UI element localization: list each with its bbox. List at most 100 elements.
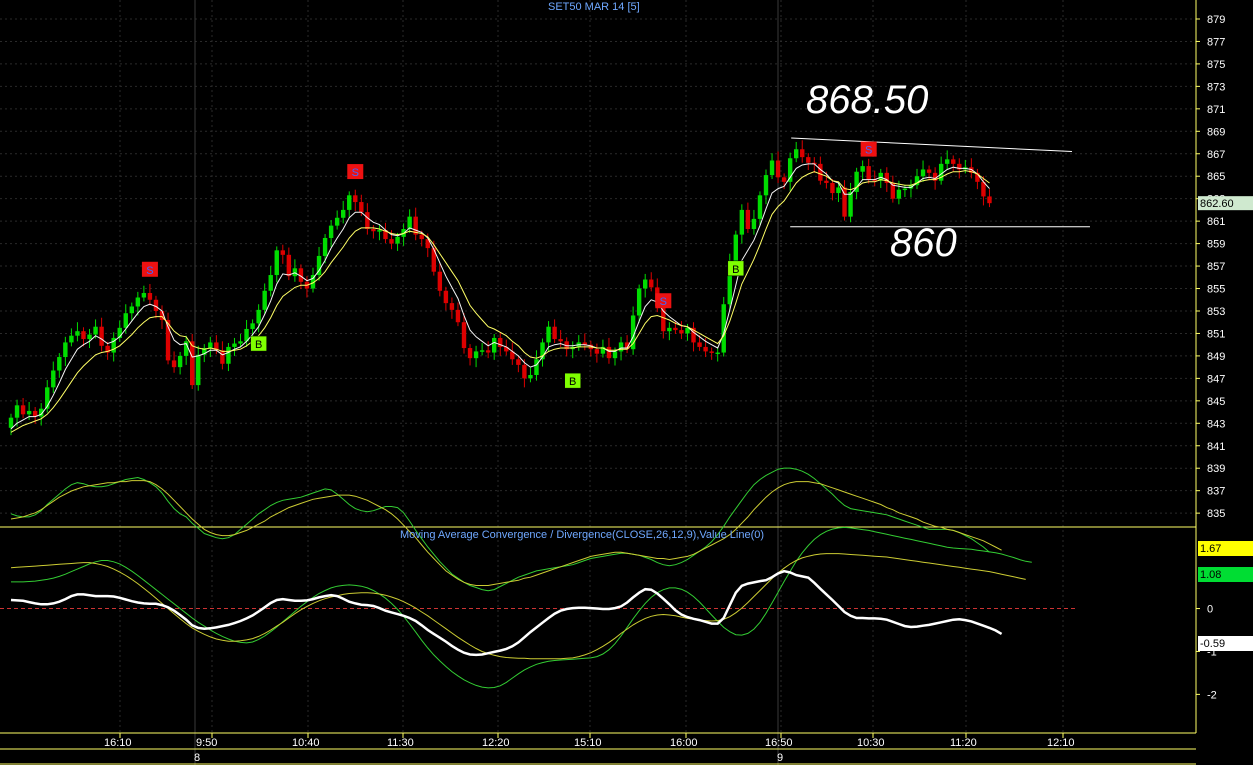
candle-up [479, 350, 485, 352]
candle-down [806, 157, 811, 163]
price-tick-label: 847 [1207, 373, 1225, 385]
candle-down [371, 229, 376, 232]
macd-tick-label: 0 [1207, 604, 1213, 616]
macd-title: Moving Average Convergence / Divergence(… [400, 529, 765, 541]
price-tick-label: 851 [1207, 328, 1225, 340]
time-tick-label: 16:00 [670, 737, 698, 749]
time-tick-label: 10:40 [292, 737, 320, 749]
chart-title: SET50 MAR 14 [5] [548, 1, 640, 13]
time-tick-label: 10:30 [857, 737, 885, 749]
last-price-label: 862.60 [1200, 198, 1234, 210]
candle-down [926, 169, 932, 173]
candle-down [649, 279, 654, 288]
time-tick-label: 15:10 [574, 737, 602, 749]
candle-up [492, 337, 497, 353]
candle-down [594, 349, 600, 354]
support-annotation: 860 [890, 221, 957, 265]
candle-up [763, 175, 769, 196]
candle-up [196, 354, 201, 386]
candle-up [836, 187, 841, 194]
candle-down [516, 359, 521, 365]
price-tick-label: 869 [1207, 126, 1225, 138]
candle-up [87, 334, 92, 340]
candle-up [135, 297, 141, 307]
candle-up [751, 218, 757, 229]
price-tick-label: 861 [1207, 216, 1225, 228]
candle-down [359, 202, 364, 213]
candle-up [347, 195, 352, 210]
candle-down [866, 166, 871, 180]
candle-up [612, 351, 618, 359]
buy-signal-label: B [732, 264, 739, 276]
candle-down [818, 163, 823, 181]
candle-up [769, 160, 775, 176]
candle-down [419, 234, 424, 240]
candle-down [455, 309, 461, 323]
candle-up [57, 357, 62, 371]
candle-down [365, 212, 370, 229]
candle-up [860, 166, 865, 172]
candle-up [757, 195, 763, 219]
candle-up [528, 375, 533, 379]
candle-down [606, 346, 612, 359]
candle-down [703, 346, 708, 352]
candle-up [643, 279, 648, 289]
time-tick-label: 12:10 [1047, 737, 1075, 749]
time-tick-label: 16:50 [765, 737, 793, 749]
candle-up [177, 355, 183, 368]
chart-window: BBBSSSS879877875873871869867865863861859… [0, 0, 1253, 765]
candle-up [268, 275, 273, 291]
price-tick-label: 839 [1207, 463, 1225, 475]
candle-up [141, 293, 147, 298]
candle-up [787, 158, 793, 182]
price-tick-label: 843 [1207, 418, 1225, 430]
candle-down [467, 348, 473, 359]
candle-up [292, 268, 298, 277]
time-tick-label: 11:20 [950, 737, 977, 749]
candle-up [232, 343, 237, 347]
candle-up [328, 225, 334, 238]
candle-up [534, 359, 539, 375]
price-tick-label: 837 [1207, 486, 1225, 498]
candle-up [636, 288, 642, 316]
time-tick-label: 9:50 [196, 737, 217, 749]
candle-down [485, 350, 491, 353]
price-tick-label: 867 [1207, 149, 1225, 161]
candle-up [618, 342, 624, 352]
price-tick-label: 857 [1207, 261, 1225, 273]
candle-down [20, 405, 26, 415]
candle-down [437, 271, 443, 291]
time-tick-label: 12:20 [482, 737, 510, 749]
candle-down [461, 322, 467, 349]
price-tick-label: 855 [1207, 284, 1225, 296]
candle-down [99, 326, 104, 346]
candle-up [93, 326, 98, 335]
candle-up [794, 149, 799, 159]
price-tick-label: 877 [1207, 36, 1225, 48]
candle-down [951, 159, 956, 164]
candle-up [8, 417, 14, 428]
candle-up [274, 250, 279, 276]
price-chart-canvas[interactable]: BBBSSSS879877875873871869867865863861859… [0, 0, 1253, 765]
candle-up [226, 346, 231, 364]
macd-tick-label: -2 [1207, 689, 1217, 701]
candle-up [715, 352, 720, 355]
time-tick-label: 16:10 [104, 737, 132, 749]
candle-up [739, 209, 745, 235]
candle-down [171, 360, 177, 368]
candle-up [322, 237, 328, 256]
sell-signal-label: S [660, 296, 667, 308]
candle-down [558, 339, 563, 342]
candle-down [800, 149, 805, 158]
candle-up [51, 370, 56, 388]
buy-signal-label: B [255, 339, 262, 351]
candle-down [449, 303, 455, 310]
candle-up [902, 188, 908, 191]
candle-down [987, 196, 992, 204]
candle-up [129, 306, 134, 314]
sell-signal-label: S [865, 145, 872, 157]
macd-value-label: 1.08 [1200, 569, 1221, 581]
day-label: 8 [194, 752, 200, 764]
candle-up [896, 189, 902, 199]
resistance-annotation: 868.50 [806, 78, 929, 122]
